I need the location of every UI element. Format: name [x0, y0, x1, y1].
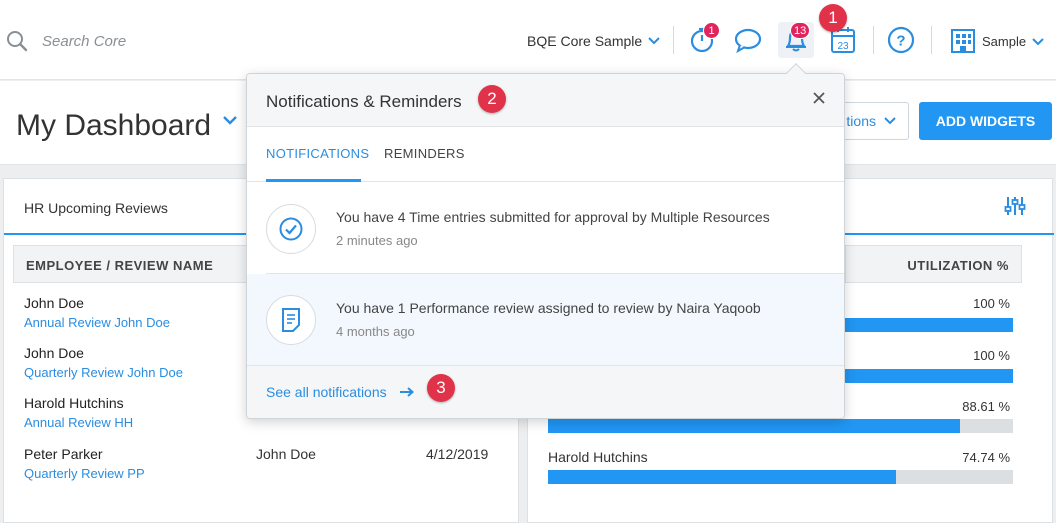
utilization-value: 100 % [973, 348, 1010, 363]
callout-marker: 3 [427, 374, 455, 402]
svg-text:?: ? [896, 33, 905, 50]
popup-tabs: NOTIFICATIONS REMINDERS [247, 128, 844, 182]
employee-name: John Doe [24, 345, 84, 361]
utilization-bar-fill [548, 470, 896, 484]
utilization-value: 74.74 % [962, 450, 1010, 465]
notification-time: 2 minutes ago [336, 233, 418, 248]
notification-message: You have 1 Performance review assigned t… [336, 300, 761, 316]
utilization-value: 88.61 % [962, 399, 1010, 414]
company-selector[interactable]: BQE Core Sample [527, 33, 660, 49]
search-input[interactable]: Search Core [42, 33, 126, 50]
svg-text:23: 23 [837, 41, 849, 52]
timer-button[interactable]: 1 [684, 22, 720, 58]
notifications-popup: Notifications & Reminders NOTIFICATIONS … [246, 73, 845, 419]
popup-header: Notifications & Reminders [247, 74, 844, 127]
filter-settings-icon[interactable] [1004, 195, 1026, 217]
chevron-down-icon [1032, 37, 1044, 45]
utilization-bar-fill [548, 419, 961, 433]
chat-button[interactable] [731, 22, 767, 58]
company-name: BQE Core Sample [527, 33, 643, 49]
search-icon[interactable] [6, 30, 28, 52]
notifications-badge: 13 [790, 22, 811, 39]
add-widgets-button[interactable]: ADD WIDGETS [919, 102, 1052, 140]
resource-name: Harold Hutchins [548, 449, 648, 465]
timer-badge: 1 [703, 22, 720, 39]
page-title: My Dashboard [16, 109, 212, 142]
see-all-notifications-link[interactable]: See all notifications [266, 384, 415, 400]
document-icon [282, 308, 300, 332]
check-circle-icon [279, 217, 303, 241]
chat-icon [734, 28, 762, 53]
tab-reminders[interactable]: REMINDERS [384, 146, 465, 161]
notification-item[interactable]: You have 4 Time entries submitted for ap… [247, 183, 844, 274]
review-date: 4/12/2019 [426, 446, 489, 462]
divider [873, 26, 874, 54]
popup-footer: See all notifications [247, 365, 844, 418]
column-header: UTILIZATION % [907, 258, 1009, 273]
user-selector[interactable]: Sample [982, 34, 1044, 49]
close-icon[interactable] [812, 91, 826, 105]
review-link[interactable]: Quarterly Review John Doe [24, 365, 183, 380]
reviewer-name: John Doe [256, 446, 316, 462]
tab-notifications[interactable]: NOTIFICATIONS [266, 146, 369, 161]
employee-name: Harold Hutchins [24, 395, 124, 411]
utilization-bar [548, 419, 1013, 433]
widget-title: HR Upcoming Reviews [24, 200, 168, 216]
popup-title: Notifications & Reminders [266, 92, 462, 111]
help-button[interactable]: ? [883, 22, 919, 58]
divider [931, 26, 932, 54]
arrow-right-icon [399, 387, 414, 397]
review-link[interactable]: Annual Review John Doe [24, 315, 170, 330]
notification-icon [266, 204, 316, 254]
table-header: UTILIZATION % [845, 245, 1022, 283]
top-bar: Search Core BQE Core Sample 1 13 23 ? Sa… [0, 0, 1056, 80]
divider [673, 26, 674, 54]
help-icon: ? [887, 26, 915, 54]
employee-name: Peter Parker [24, 446, 103, 462]
callout-marker: 1 [819, 4, 847, 32]
employee-name: John Doe [24, 295, 84, 311]
review-link[interactable]: Quarterly Review PP [24, 466, 145, 481]
chevron-down-icon[interactable] [222, 115, 238, 125]
active-tab-indicator [266, 179, 361, 182]
notification-message: You have 4 Time entries submitted for ap… [336, 209, 770, 225]
options-label: tions [846, 113, 876, 129]
building-icon [951, 29, 975, 53]
chevron-down-icon [648, 37, 660, 45]
user-name: Sample [982, 34, 1027, 49]
notification-icon [266, 295, 316, 345]
notifications-button[interactable]: 13 [778, 22, 814, 58]
notification-item[interactable]: You have 1 Performance review assigned t… [247, 274, 844, 365]
chevron-down-icon [884, 117, 896, 125]
callout-marker: 2 [478, 85, 506, 113]
review-link[interactable]: Annual Review HH [24, 415, 133, 430]
see-all-label: See all notifications [266, 384, 387, 400]
utilization-bar [548, 470, 1013, 484]
utilization-value: 100 % [973, 296, 1010, 311]
column-header: EMPLOYEE / REVIEW NAME [26, 258, 214, 273]
notification-time: 4 months ago [336, 324, 415, 339]
